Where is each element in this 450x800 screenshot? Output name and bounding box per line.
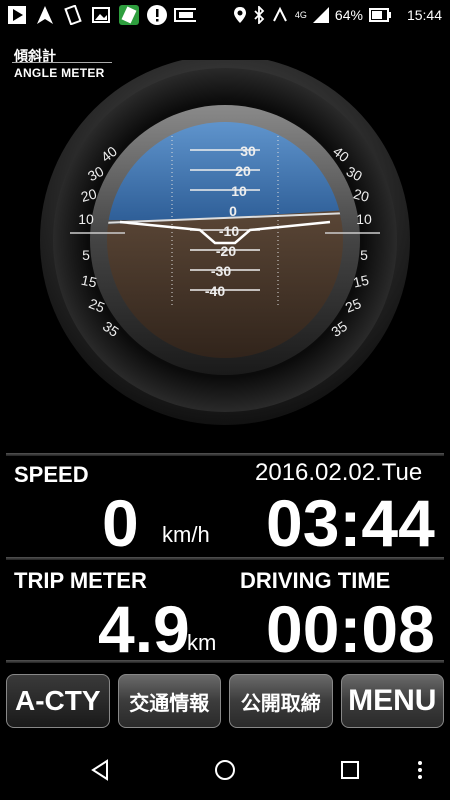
- right-scale-label: 10: [356, 211, 372, 227]
- status-time: 15:44: [406, 7, 442, 23]
- tablet-icon: [174, 4, 196, 26]
- location-icon: [233, 7, 246, 23]
- alert-icon: [146, 4, 168, 26]
- navigation-icon: [34, 4, 56, 26]
- trip-meter-label: TRIP METER: [14, 568, 147, 593]
- right-scale-label: 5: [360, 247, 368, 263]
- pitch-label: -10: [219, 223, 239, 239]
- acty-button[interactable]: A-CTY: [6, 674, 110, 728]
- divider: [6, 660, 444, 663]
- pitch-label: -30: [211, 263, 231, 279]
- app-icon: [118, 4, 140, 26]
- play-icon: [6, 4, 28, 26]
- vibrate-icon: [62, 4, 84, 26]
- button-row: A-CTY 交通情報 公開取締 MENU: [6, 674, 444, 728]
- pitch-label: 0: [229, 203, 237, 219]
- home-button[interactable]: [205, 754, 245, 786]
- overflow-menu-button[interactable]: [410, 754, 430, 786]
- recents-button[interactable]: [330, 754, 370, 786]
- traffic-info-button[interactable]: 交通情報: [117, 674, 221, 728]
- pitch-label: 10: [231, 183, 247, 199]
- angle-meter-gauge: 30 20 10 0 -10 -20 -30 -40 40 30 20 10 5…: [40, 60, 410, 425]
- pitch-label: 30: [240, 143, 256, 159]
- left-scale-label: 10: [78, 211, 94, 227]
- driving-time-value: 00:08: [266, 592, 435, 666]
- left-scale-label: 5: [82, 247, 90, 263]
- signal-icon: [312, 7, 329, 23]
- trip-meter-value: 4.9: [98, 592, 190, 666]
- clock-value: 03:44: [266, 486, 435, 560]
- divider: [6, 557, 444, 560]
- status-bar: 4G 64% 15:44: [0, 0, 450, 32]
- driving-time-label: DRIVING TIME: [240, 568, 391, 593]
- home-icon: [215, 760, 235, 780]
- nfc-icon: [273, 6, 287, 22]
- back-icon: [91, 759, 108, 781]
- divider: [6, 453, 444, 456]
- date-text: 2016.02.02.Tue: [255, 459, 423, 486]
- trip-meter-unit: km: [187, 630, 217, 655]
- back-button[interactable]: [80, 754, 120, 786]
- pitch-label: -40: [205, 283, 225, 299]
- network-type: 4G: [294, 10, 307, 20]
- speed-value: 0: [102, 486, 139, 560]
- battery-icon: [368, 8, 391, 22]
- pitch-label: 20: [235, 163, 251, 179]
- speed-label: SPEED: [14, 462, 89, 487]
- enforcement-button[interactable]: 公開取締: [229, 674, 333, 728]
- speed-unit: km/h: [162, 522, 210, 547]
- pitch-label: -20: [216, 243, 236, 259]
- battery-percent: 64%: [334, 7, 363, 23]
- bluetooth-icon: [254, 6, 265, 24]
- more-vert-icon: [418, 761, 422, 779]
- menu-button[interactable]: MENU: [340, 674, 444, 728]
- image-icon: [90, 4, 112, 26]
- navigation-bar: [0, 740, 450, 800]
- recents-icon: [341, 761, 359, 779]
